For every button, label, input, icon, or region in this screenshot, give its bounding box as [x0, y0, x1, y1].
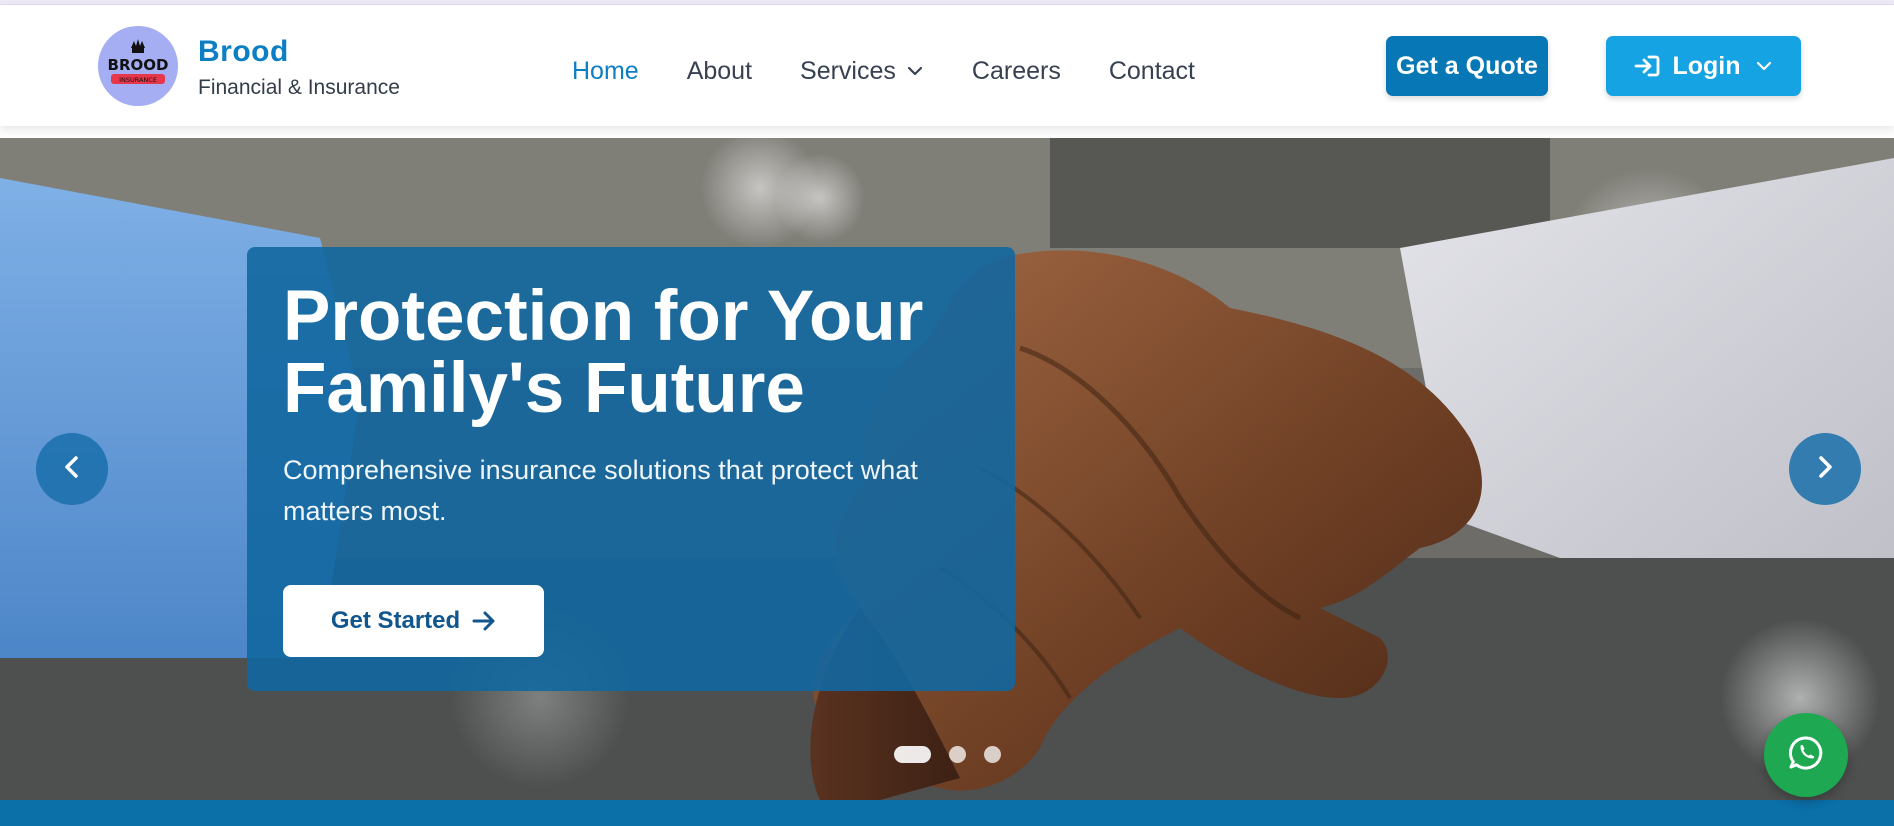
- whatsapp-icon: [1787, 734, 1825, 777]
- sign-in-icon: [1634, 54, 1660, 78]
- hero-title: Protection for Your Family's Future: [283, 277, 924, 428]
- brand-name[interactable]: Brood: [198, 35, 289, 69]
- hero-card: Protection for Your Family's Future Comp…: [247, 247, 1015, 691]
- chevron-left-icon: [59, 454, 85, 485]
- nav-about[interactable]: About: [687, 57, 752, 86]
- main-nav: Home About Services Careers Contact: [572, 51, 1243, 91]
- nav-careers[interactable]: Careers: [972, 57, 1061, 86]
- nav-contact[interactable]: Contact: [1109, 57, 1195, 86]
- nav-home-label: Home: [572, 56, 639, 85]
- carousel-dot-2[interactable]: [949, 746, 966, 763]
- nav-about-label: About: [686, 56, 753, 85]
- logo-graphic: BROOD INSURANCE: [98, 26, 178, 106]
- hero-subtitle: Comprehensive insurance solutions that p…: [283, 455, 918, 526]
- chevron-right-icon: [1812, 454, 1838, 485]
- brand-subtitle: Financial & Insurance: [198, 76, 400, 99]
- whatsapp-button[interactable]: [1764, 713, 1848, 797]
- nav-services-label: Services: [800, 56, 896, 85]
- carousel-next-button[interactable]: [1789, 433, 1861, 505]
- carousel-dot-1[interactable]: [894, 746, 931, 763]
- get-quote-label: Get a Quote: [1396, 51, 1538, 80]
- carousel-dot-3[interactable]: [984, 746, 1001, 763]
- nav-contact-label: Contact: [1108, 56, 1195, 85]
- nav-services[interactable]: Services: [800, 57, 924, 86]
- logo-badge-text: INSURANCE: [119, 76, 157, 84]
- logo-wordmark: BROOD: [108, 56, 169, 74]
- login-label: Login: [1672, 51, 1741, 80]
- carousel-indicators: [894, 746, 1019, 763]
- login-button[interactable]: Login: [1606, 36, 1801, 96]
- arrow-right-icon: [472, 610, 496, 632]
- chevron-down-icon: [906, 62, 924, 80]
- brand-logo[interactable]: BROOD INSURANCE: [98, 26, 178, 106]
- get-started-button[interactable]: Get Started: [283, 585, 544, 657]
- site-header: BROOD INSURANCE Brood Financial & Insura…: [0, 5, 1894, 126]
- nav-home[interactable]: Home: [572, 57, 639, 86]
- nav-careers-label: Careers: [971, 56, 1061, 85]
- hero-carousel: Protection for Your Family's Future Comp…: [0, 138, 1894, 800]
- chevron-down-icon: [1755, 57, 1773, 75]
- get-started-label: Get Started: [330, 607, 461, 634]
- carousel-prev-button[interactable]: [36, 433, 108, 505]
- get-quote-button[interactable]: Get a Quote: [1386, 36, 1548, 96]
- section-divider-bar: [0, 800, 1894, 826]
